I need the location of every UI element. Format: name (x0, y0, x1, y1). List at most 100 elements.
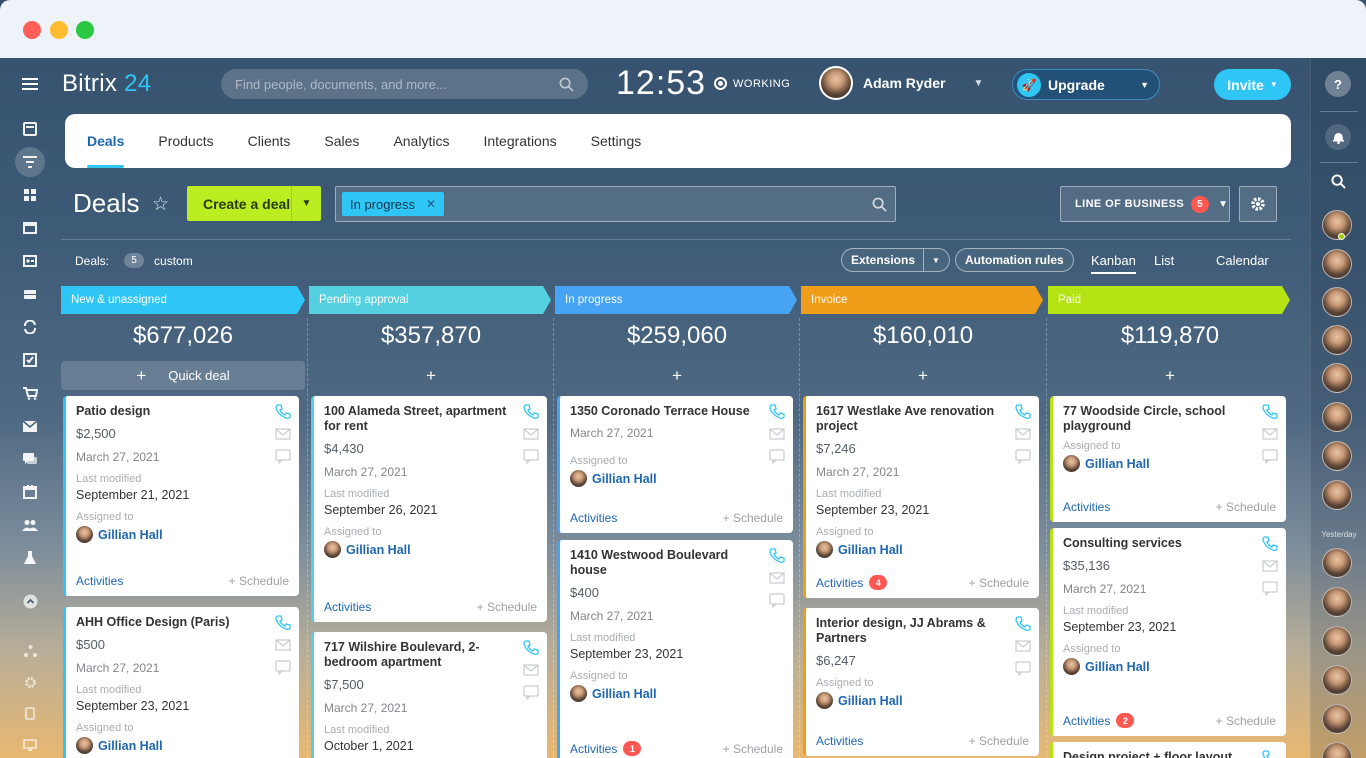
mail-icon[interactable] (275, 426, 291, 442)
sidebar-item-apps[interactable] (15, 182, 45, 208)
stage-header[interactable]: Invoice (801, 286, 1043, 314)
phone-icon[interactable] (1262, 404, 1278, 420)
search-input[interactable] (235, 76, 535, 92)
mail-icon[interactable] (1262, 426, 1278, 442)
chevron-down-icon[interactable]: ▼ (932, 256, 940, 265)
star-icon[interactable]: ☆ (152, 193, 169, 216)
phone-icon[interactable] (769, 548, 785, 564)
sidebar-item-contacts[interactable] (15, 248, 45, 274)
stage-header[interactable]: Pending approval (309, 286, 551, 314)
chat-icon[interactable] (1262, 448, 1278, 465)
deal-card[interactable]: AHH Office Design (Paris) $500 March 27,… (63, 607, 299, 758)
assignee[interactable]: Gillian Hall (324, 541, 537, 558)
schedule-link[interactable]: + Schedule (1216, 500, 1276, 514)
deal-title[interactable]: Patio design (76, 404, 264, 419)
avatar[interactable] (1322, 402, 1352, 432)
sidebar-item-sync[interactable] (15, 314, 45, 340)
filter-chip[interactable]: In progress ✕ (342, 192, 445, 216)
deal-title[interactable]: 717 Wilshire Boulevard, 2-bedroom apartm… (324, 640, 512, 670)
chat-icon[interactable] (1015, 660, 1031, 677)
sidebar-item-calendar[interactable] (15, 479, 45, 505)
chat-icon[interactable] (523, 684, 539, 701)
sidebar-item-structure[interactable] (15, 638, 45, 664)
stage-header[interactable]: New & unassigned (61, 286, 305, 314)
app-logo[interactable]: Bitrix 24 (62, 70, 151, 98)
global-search[interactable] (221, 69, 588, 99)
chat-icon[interactable] (769, 448, 785, 465)
user-menu[interactable]: Adam Ryder ▼ (819, 66, 983, 100)
activities-link[interactable]: Activities (570, 742, 617, 756)
avatar[interactable] (1322, 480, 1352, 510)
activities-link[interactable]: Activities (1063, 714, 1110, 728)
sidebar-item-more[interactable] (15, 588, 45, 614)
deal-card[interactable]: 1350 Coronado Terrace House March 27, 20… (557, 396, 793, 533)
close-window-button[interactable] (23, 21, 41, 39)
stage-header[interactable]: In progress (555, 286, 797, 314)
quick-deal-button[interactable]: + (801, 361, 1045, 390)
chat-icon[interactable] (275, 448, 291, 465)
quick-deal-button[interactable]: + (555, 361, 799, 390)
assignee[interactable]: Gillian Hall (76, 737, 289, 754)
quick-deal-button[interactable]: + (1048, 361, 1292, 390)
tab-deals[interactable]: Deals (87, 114, 125, 168)
deal-title[interactable]: AHH Office Design (Paris) (76, 615, 264, 630)
assignee[interactable]: Gillian Hall (1063, 455, 1276, 472)
schedule-link[interactable]: + Schedule (477, 600, 537, 614)
phone-icon[interactable] (1262, 536, 1278, 552)
view-list[interactable]: List (1154, 253, 1174, 268)
activities-link[interactable]: Activities (324, 600, 371, 614)
assignee[interactable]: Gillian Hall (76, 526, 289, 543)
tab-clients[interactable]: Clients (248, 114, 291, 168)
quick-deal-button[interactable]: + Quick deal (61, 361, 305, 390)
chat-icon[interactable] (275, 659, 291, 676)
phone-icon[interactable] (275, 404, 291, 420)
activities-link[interactable]: Activities (570, 511, 617, 525)
sidebar-item-mail[interactable] (15, 413, 45, 439)
sidebar-item-crm[interactable] (15, 147, 45, 177)
activities-link[interactable]: Activities (816, 576, 863, 590)
notifications-button[interactable] (1325, 124, 1351, 150)
schedule-link[interactable]: + Schedule (969, 576, 1029, 590)
schedule-link[interactable]: + Schedule (723, 511, 783, 525)
upgrade-button[interactable]: 🚀 Upgrade ▼ (1012, 69, 1160, 100)
phone-icon[interactable] (523, 640, 539, 656)
sidebar-item-sites[interactable] (15, 215, 45, 241)
assignee[interactable]: Gillian Hall (816, 541, 1029, 558)
deal-title[interactable]: Interior design, JJ Abrams & Partners (816, 616, 1004, 646)
view-kanban[interactable]: Kanban (1091, 253, 1136, 274)
phone-icon[interactable] (1262, 750, 1278, 758)
stage-header[interactable]: Paid (1048, 286, 1290, 314)
sidebar-item-store[interactable] (15, 380, 45, 406)
filter-search-bar[interactable]: In progress ✕ (335, 186, 896, 222)
invite-button[interactable]: Invite ▼ (1214, 69, 1291, 100)
assignee[interactable]: Gillian Hall (570, 685, 783, 702)
sidebar-item-settings[interactable] (15, 669, 45, 695)
maximize-window-button[interactable] (76, 21, 94, 39)
avatar[interactable] (1322, 325, 1352, 355)
sidebar-item-feed[interactable] (15, 116, 45, 142)
deal-card[interactable]: Design project + floor layout (1050, 742, 1286, 758)
chat-icon[interactable] (769, 592, 785, 609)
sidebar-search-button[interactable] (1325, 168, 1351, 194)
assignee[interactable]: Gillian Hall (1063, 658, 1276, 675)
avatar[interactable] (1322, 665, 1352, 695)
view-calendar[interactable]: Calendar (1216, 253, 1269, 268)
deal-title[interactable]: 1410 Westwood Boulevard house (570, 548, 758, 578)
chevron-down-icon[interactable]: ▼ (292, 198, 321, 209)
mail-icon[interactable] (523, 662, 539, 678)
mail-icon[interactable] (1015, 638, 1031, 654)
tab-products[interactable]: Products (158, 114, 213, 168)
deal-title[interactable]: 1617 Westlake Ave renovation project (816, 404, 1004, 434)
mail-icon[interactable] (769, 426, 785, 442)
search-icon[interactable] (872, 197, 887, 212)
deal-card[interactable]: 717 Wilshire Boulevard, 2-bedroom apartm… (311, 632, 547, 758)
line-of-business-dropdown[interactable]: LINE OF BUSINESS 5 ▼ (1060, 186, 1230, 222)
schedule-link[interactable]: + Schedule (229, 574, 289, 588)
assignee[interactable]: Gillian Hall (816, 692, 1029, 709)
schedule-link[interactable]: + Schedule (723, 742, 783, 756)
search-icon[interactable] (559, 77, 574, 92)
activities-link[interactable]: Activities (1063, 500, 1110, 514)
tab-analytics[interactable]: Analytics (393, 114, 449, 168)
phone-icon[interactable] (275, 615, 291, 631)
minimize-window-button[interactable] (50, 21, 68, 39)
